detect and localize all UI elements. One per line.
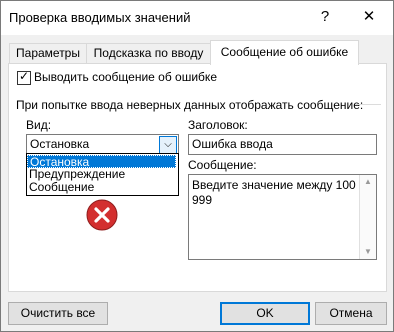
check-mark-icon: ✓: [19, 69, 30, 83]
show-error-checkbox[interactable]: ✓: [17, 69, 31, 85]
title-field-label: Заголовок:: [188, 118, 248, 132]
scroll-up-icon[interactable]: ▲: [360, 175, 376, 189]
tab-error-alert[interactable]: Сообщение об ошибке: [210, 40, 359, 65]
tab-settings[interactable]: Параметры: [9, 43, 87, 64]
title-input-value: Ошибка ввода: [192, 137, 273, 151]
message-scrollbar[interactable]: ▲ ▼: [359, 175, 376, 259]
style-select[interactable]: Остановка ⌵: [26, 134, 179, 155]
dialog-title: Проверка вводимых значений: [9, 10, 191, 25]
message-field-label: Сообщение:: [188, 158, 257, 172]
data-validation-dialog: Проверка вводимых значений ? ✕ Параметры…: [0, 0, 394, 332]
cancel-button[interactable]: Отмена: [315, 302, 387, 325]
style-dropdown-list: Остановка Предупреждение Сообщение: [26, 153, 179, 196]
group-heading: При попытке ввода неверных данных отобра…: [16, 98, 364, 112]
style-option-information[interactable]: Сообщение: [27, 181, 176, 194]
message-line-1: Введите значение между 100 и: [192, 178, 366, 192]
scroll-down-icon[interactable]: ▼: [360, 245, 376, 259]
tab-input-message[interactable]: Подсказка по вводу: [86, 43, 211, 64]
message-textarea[interactable]: Введите значение между 100 и 999 ▲ ▼: [188, 174, 377, 260]
help-button[interactable]: ?: [314, 6, 336, 28]
close-button[interactable]: ✕: [357, 6, 381, 28]
title-bar: Проверка вводимых значений ? ✕: [1, 1, 393, 35]
title-input[interactable]: Ошибка ввода: [188, 134, 377, 155]
style-selected-value: Остановка: [30, 137, 90, 151]
ok-button[interactable]: OK: [220, 302, 310, 325]
message-textarea-value: Введите значение между 100 и 999: [192, 178, 366, 208]
group-divider: [355, 104, 381, 105]
message-line-2: 999: [192, 193, 213, 207]
clear-all-button[interactable]: Очистить все: [8, 302, 108, 325]
style-label: Вид:: [26, 118, 52, 132]
error-stop-icon: [86, 199, 118, 231]
show-error-label: Выводить сообщение об ошибке: [34, 70, 217, 84]
